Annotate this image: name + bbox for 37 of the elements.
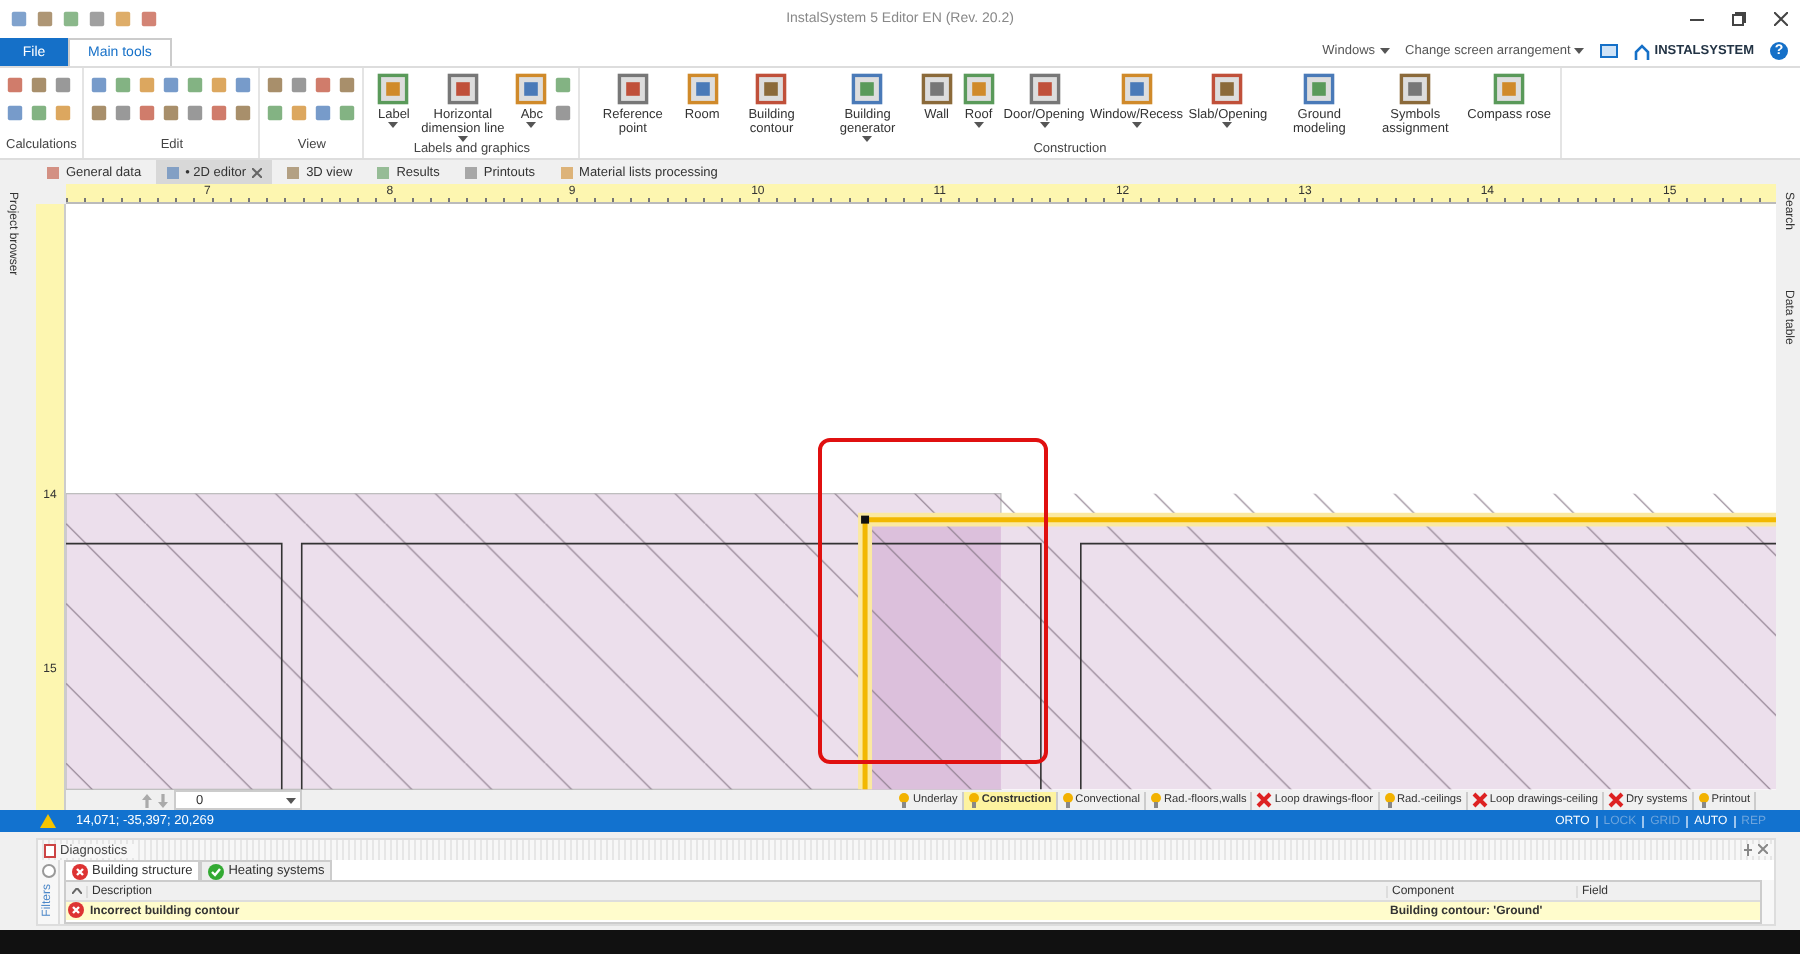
hidden-icon — [1471, 792, 1488, 808]
warning-icon — [40, 814, 56, 828]
sort-icon[interactable] — [72, 888, 82, 894]
caret-icon — [1131, 122, 1142, 128]
close-icon[interactable] — [252, 167, 263, 177]
close-icon[interactable] — [1774, 11, 1788, 25]
bulb-icon — [1150, 792, 1162, 808]
caret-icon — [1574, 48, 1585, 54]
house-icon — [1634, 43, 1651, 59]
caret-icon — [526, 122, 537, 128]
hidden-icon — [1256, 792, 1273, 808]
caret-icon — [1222, 122, 1233, 128]
caret-icon — [388, 122, 399, 128]
tab-icon — [165, 165, 180, 179]
caret-icon — [862, 136, 873, 142]
tab-icon — [286, 165, 301, 179]
hidden-icon — [1607, 792, 1624, 808]
bulb-icon — [967, 792, 980, 808]
caret-icon — [1039, 122, 1049, 128]
expand-button[interactable] — [41, 864, 55, 878]
tab-icon — [559, 165, 574, 179]
tab-icon — [376, 165, 391, 179]
tab-icon — [463, 165, 478, 179]
down-arrow-icon[interactable] — [158, 793, 168, 807]
pin-icon[interactable] — [1744, 844, 1752, 856]
up-arrow-icon[interactable] — [142, 793, 152, 807]
caret-icon — [457, 136, 468, 142]
bulb-icon — [898, 792, 911, 808]
monitor-icon[interactable] — [1600, 43, 1619, 59]
caret-icon — [1379, 48, 1390, 54]
bulb-icon — [1383, 792, 1395, 808]
bulb-icon — [1697, 792, 1710, 808]
tab-icon — [46, 165, 60, 179]
restore-icon[interactable] — [1732, 11, 1746, 25]
bulb-icon — [1061, 792, 1074, 808]
caret-icon — [973, 122, 984, 128]
caret-icon — [286, 797, 296, 803]
